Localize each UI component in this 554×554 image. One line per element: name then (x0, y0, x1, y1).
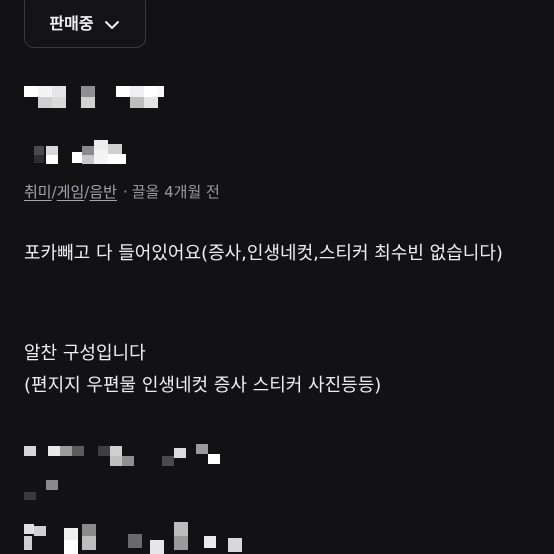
category-link-hobby[interactable]: 취미 (24, 183, 52, 201)
censored-row-3 (24, 520, 254, 554)
censored-price (34, 140, 134, 164)
category-meta: 취미/게임/음반 · 끌올 4개월 전 (24, 181, 220, 203)
meta-dot: · (122, 183, 128, 201)
bump-time: 끌올 4개월 전 (131, 183, 220, 201)
chevron-down-icon (104, 21, 119, 29)
description-paragraph-2: 알찬 구성입니다 (편지지 우편물 인생네컷 증사 스티커 사진등등) (24, 343, 382, 396)
status-label: 판매중 (49, 14, 94, 33)
category-link-game[interactable]: 게임 (57, 183, 85, 201)
status-dropdown[interactable]: 판매중 (24, 0, 146, 48)
description-paragraph-1: 포카빼고 다 들어있어요(증사,인생네컷,스티커 최수빈 없습니다) (24, 243, 503, 264)
censored-row-1 (24, 444, 224, 468)
censored-title (24, 86, 164, 110)
censored-row-2 (24, 480, 64, 504)
category-link-album[interactable]: 음반 (89, 183, 117, 201)
